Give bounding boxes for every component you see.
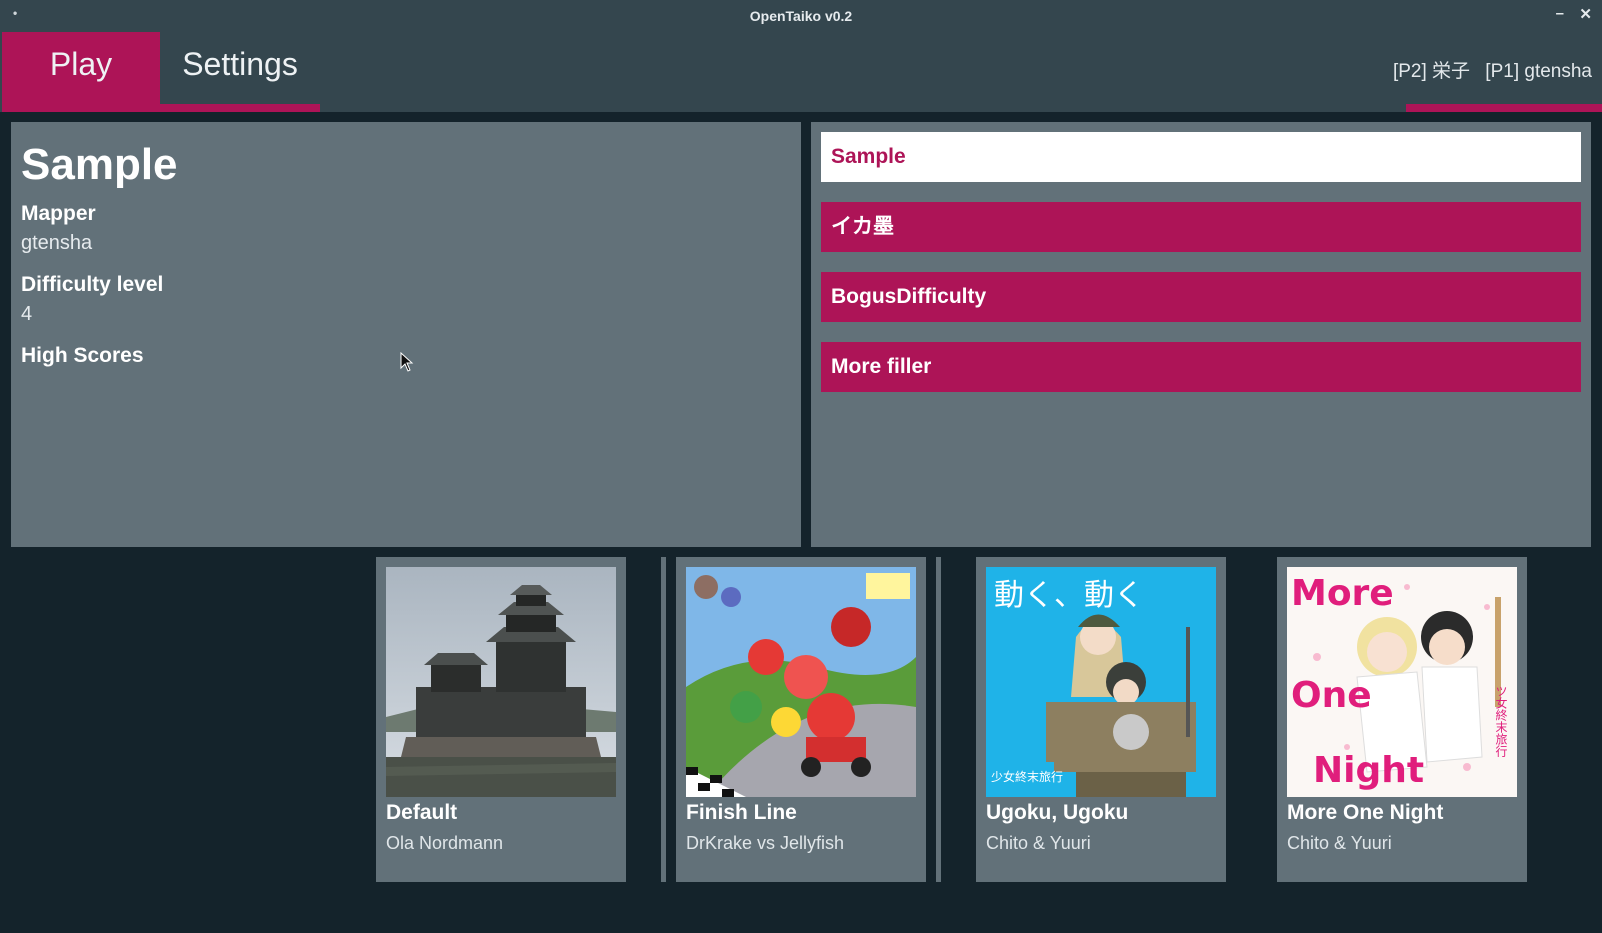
song-artist-label: Ola Nordmann — [386, 833, 504, 853]
high-scores-label: High Scores — [21, 344, 144, 367]
difficulty-item-sample[interactable]: Sample — [821, 132, 1581, 182]
song-title-label: Finish Line — [686, 801, 797, 824]
song-title-label: More One Night — [1287, 801, 1444, 824]
difficulty-item-more-filler[interactable]: More filler — [821, 342, 1581, 392]
song-card-default[interactable]: Default Ola Nordmann — [376, 557, 626, 882]
difficulty-value: 4 — [21, 303, 33, 325]
cover-word-1: More — [1291, 573, 1394, 614]
song-card-finish-line[interactable]: Finish Line DrKrake vs Jellyfish — [676, 557, 926, 882]
song-artist-label: DrKrake vs Jellyfish — [686, 833, 845, 853]
song-info-panel: Sample Mapper gtensha Difficulty level 4… — [11, 122, 801, 547]
song-artist-label: Chito & Yuuri — [986, 833, 1091, 853]
mapper-label: Mapper — [21, 202, 96, 225]
cover-side-text: ツ女終末旅行 — [1494, 685, 1508, 757]
tab-underline — [2, 104, 320, 112]
selection-indicator-left — [661, 557, 666, 882]
cover-word-2: One — [1291, 675, 1372, 716]
song-title: Sample — [21, 140, 178, 189]
selection-indicator-right — [936, 557, 941, 882]
song-artist-label: Chito & Yuuri — [1287, 833, 1392, 853]
tab-play[interactable]: Play — [2, 32, 160, 104]
minimize-icon[interactable]: – — [1556, 5, 1564, 22]
song-card-ugoku-ugoku[interactable]: 動く、動く 少女終末旅行 Ugoku, Ugoku Chito & Yuuri — [976, 557, 1226, 882]
close-icon[interactable]: ✕ — [1579, 5, 1592, 23]
song-cover-ugoku: 動く、動く 少女終末旅行 — [986, 567, 1216, 797]
tab-settings[interactable]: Settings — [160, 32, 320, 104]
mouse-cursor-icon — [400, 351, 414, 377]
song-title-label: Default — [386, 801, 458, 824]
cover-text-bottom: 少女終末旅行 — [991, 769, 1063, 784]
song-title-label: Ugoku, Ugoku — [986, 801, 1129, 824]
song-cover-night: More One Night ツ女終末旅行 — [1287, 567, 1517, 797]
player-1-label: [P1] gtensha — [1485, 61, 1592, 82]
players-underline — [1406, 104, 1602, 112]
cover-word-3: Night — [1313, 750, 1424, 791]
song-cover-kart — [686, 567, 916, 797]
top-navigation: Play Settings [P2] 栄子 [P1] gtensha — [0, 32, 1602, 112]
difficulty-item-bogus[interactable]: BogusDifficulty — [821, 272, 1581, 322]
mapper-value: gtensha — [21, 232, 93, 254]
song-card-more-one-night[interactable]: More One Night ツ女終末旅行 More One Night Chi… — [1277, 557, 1527, 882]
player-list[interactable]: [P2] 栄子 [P1] gtensha — [1383, 56, 1592, 83]
player-2-label: [P2] 栄子 — [1392, 61, 1471, 82]
difficulty-label: Difficulty level — [21, 273, 164, 296]
window-title: OpenTaiko v0.2 — [749, 8, 853, 24]
difficulty-item-ikasumi[interactable]: イカ墨 — [821, 202, 1581, 252]
song-cover-castle — [386, 567, 616, 797]
difficulty-list: Sample イカ墨 BogusDifficulty More filler — [811, 122, 1591, 547]
window-titlebar: • OpenTaiko v0.2 – ✕ — [0, 0, 1602, 32]
cover-text-top: 動く、動く — [994, 578, 1144, 613]
